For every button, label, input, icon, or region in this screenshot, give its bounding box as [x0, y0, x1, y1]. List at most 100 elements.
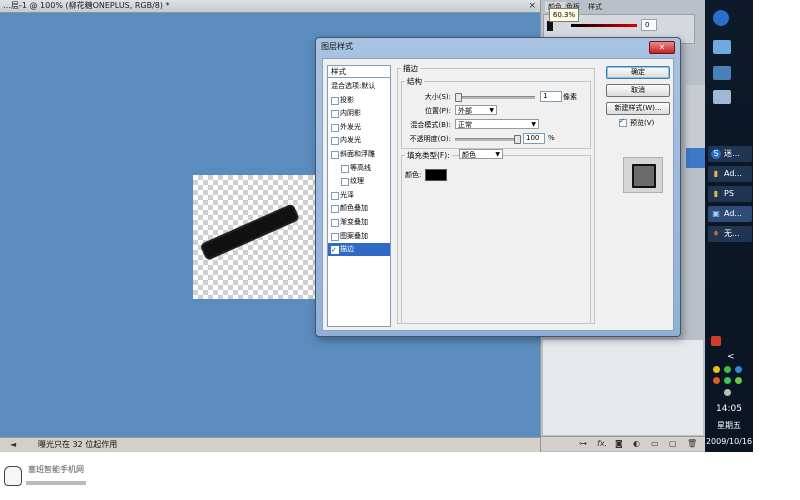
opacity-slider-thumb[interactable] [514, 135, 521, 144]
tray-app-icon[interactable] [711, 336, 721, 346]
document-close-icon[interactable]: × [528, 0, 536, 12]
windows-sidebar: S 迷… ▮ Ad... ▮ PS ▣ Ad... ♦ 无... < 14:05… [705, 0, 753, 452]
app-icon: ♦ [712, 229, 720, 238]
fill-type-value: 颜色 [462, 151, 476, 159]
stroke-color-swatch[interactable] [425, 169, 447, 181]
clock-weekday: 星期五 [717, 421, 741, 430]
tray-icon-1[interactable] [713, 366, 720, 373]
tray-icon-6[interactable] [735, 377, 742, 384]
style-item-checkbox[interactable] [331, 219, 339, 227]
link-layers-icon[interactable]: ⊶ [579, 439, 587, 448]
structure-title: 结构 [405, 76, 424, 87]
style-item-label: 描边 [340, 245, 354, 254]
tray-icon-5[interactable] [724, 377, 731, 384]
adjustment-layer-icon[interactable]: ◐ [633, 439, 640, 448]
fill-type-select[interactable]: 颜色 ▼ [459, 149, 503, 159]
style-item[interactable]: 投影 [328, 94, 390, 107]
opacity-slider[interactable] [455, 138, 519, 141]
style-list-header[interactable]: 样式 [328, 66, 390, 78]
tray-icon-3[interactable] [735, 366, 742, 373]
style-item[interactable]: 光泽 [328, 189, 390, 202]
taskbar-item-3[interactable]: ▣ Ad... [708, 206, 752, 222]
layers-panel-footer: ⊶ fx. ◙ ◐ ▭ ▢ 🗑 [541, 436, 706, 451]
taskbar-item-0[interactable]: S 迷… [708, 146, 752, 162]
style-item-checkbox[interactable] [341, 164, 349, 173]
photoshop-icon: ▣ [712, 209, 720, 218]
task-label: 迷… [724, 149, 740, 158]
style-item[interactable]: 外发光 [328, 121, 390, 134]
style-item-label: 纹理 [350, 177, 364, 186]
style-item-checkbox[interactable] [331, 191, 339, 200]
style-item[interactable]: 描边 [328, 243, 390, 257]
add-mask-icon[interactable]: ◙ [615, 439, 623, 448]
style-item-checkbox[interactable] [331, 232, 339, 241]
style-item-checkbox[interactable] [331, 137, 339, 146]
style-item[interactable]: 纹理 [328, 175, 390, 188]
opacity-unit: % [548, 134, 555, 142]
taskbar-item-4[interactable]: ♦ 无... [708, 226, 752, 242]
clock-time[interactable]: 14:05 [705, 404, 753, 414]
taskbar-item-2[interactable]: ▮ PS [708, 186, 752, 202]
canvas-document[interactable] [193, 175, 328, 299]
position-select[interactable]: 外部 ▼ [455, 105, 497, 115]
desktop-icon[interactable] [713, 40, 731, 54]
color-label: 颜色: [405, 171, 422, 179]
style-item-checkbox[interactable] [331, 244, 339, 257]
style-item[interactable]: 内发光 [328, 134, 390, 147]
layer-style-fx-icon[interactable]: fx. [597, 439, 607, 448]
chevron-down-icon: ▼ [531, 121, 536, 128]
status-text[interactable]: 曝光只在 32 位起作用 [38, 438, 117, 452]
style-item[interactable]: 图案叠加 [328, 230, 390, 243]
computer-icon[interactable] [713, 90, 731, 104]
style-item-checkbox[interactable] [331, 205, 339, 214]
red-slider[interactable] [571, 24, 637, 27]
preview-checkbox-row[interactable]: 预览(V) [619, 117, 679, 128]
style-item-label: 光泽 [340, 190, 354, 199]
style-item[interactable]: 渐变叠加 [328, 216, 390, 229]
delete-layer-icon[interactable]: 🗑 [687, 439, 697, 448]
blend-mode-select[interactable]: 正常 ▼ [455, 119, 539, 129]
volume-icon[interactable] [724, 389, 731, 396]
style-item[interactable]: 斜面和浮雕 [328, 148, 390, 161]
tray-expand-icon[interactable]: < [727, 352, 735, 362]
size-input[interactable]: 1 [540, 91, 562, 102]
tray-icon-2[interactable] [724, 366, 731, 373]
preview-label: 预览(V) [630, 119, 655, 127]
preview-checkbox[interactable] [619, 117, 627, 127]
size-unit: 像素 [563, 93, 577, 101]
tray-icon-4[interactable] [713, 377, 720, 384]
style-preview-swatch [632, 164, 656, 188]
sogou-icon[interactable] [713, 10, 729, 26]
taskbar-item-1[interactable]: ▮ Ad... [708, 166, 752, 182]
style-item-checkbox[interactable] [331, 110, 339, 119]
style-item[interactable]: 颜色叠加 [328, 202, 390, 215]
new-group-icon[interactable]: ▭ [651, 439, 659, 448]
new-layer-icon[interactable]: ▢ [669, 439, 677, 448]
red-value-field[interactable]: 0 [641, 19, 657, 31]
opacity-input[interactable]: 100 [523, 133, 545, 144]
tab-styles[interactable]: 样式 [585, 2, 605, 12]
style-item-label: 混合选项:默认 [331, 82, 376, 90]
cancel-button[interactable]: 取消 [606, 84, 670, 97]
size-slider[interactable] [455, 96, 535, 99]
style-item[interactable]: 内阴影 [328, 107, 390, 120]
panel-edge [686, 85, 706, 155]
folder-icon: ▮ [713, 189, 719, 198]
dialog-close-button[interactable]: ✕ [649, 41, 675, 54]
window-switcher-icon[interactable] [713, 66, 731, 80]
document-title: …层-1 @ 100% (柳花糖ONEPLUS, RGB/8) * [3, 1, 170, 10]
style-item[interactable]: 等高线 [328, 162, 390, 175]
style-item-checkbox[interactable] [331, 151, 339, 159]
size-slider-thumb[interactable] [455, 93, 462, 102]
ok-button[interactable]: 确定 [606, 66, 670, 79]
status-arrow-icon[interactable]: ◄ [10, 440, 16, 449]
new-style-button[interactable]: 新建样式(W)... [606, 102, 670, 115]
style-item-checkbox[interactable] [331, 123, 339, 132]
style-item-checkbox[interactable] [341, 178, 349, 187]
document-statusbar: ◄ 曝光只在 32 位起作用 [0, 437, 540, 452]
selected-layer-row-edge[interactable] [686, 148, 706, 168]
style-list: 样式 混合选项:默认投影 内阴影 外发光 内发光 斜面和浮雕 等高线纹理光泽颜色叠加 渐变叠… [327, 65, 391, 327]
style-item[interactable]: 混合选项:默认 [328, 80, 390, 93]
style-item-checkbox[interactable] [331, 96, 339, 105]
foreground-color-swatch[interactable] [547, 21, 553, 31]
